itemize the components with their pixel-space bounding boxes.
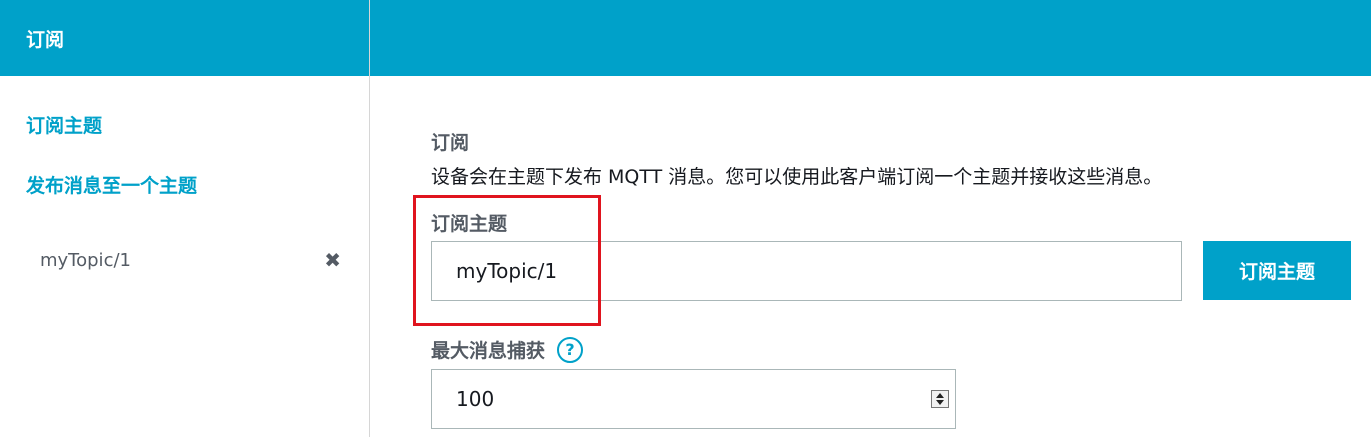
section-description: 设备会在主题下发布 MQTT 消息。您可以使用此客户端订阅一个主题并接收这些消息… <box>431 166 1163 188</box>
topic-field-label: 订阅主题 <box>431 209 507 236</box>
sidebar-title: 订阅 <box>0 0 369 76</box>
sidebar: 订阅 订阅主题 发布消息至一个主题 myTopic/1 ✖ <box>0 0 370 437</box>
main-content: 订阅 设备会在主题下发布 MQTT 消息。您可以使用此客户端订阅一个主题并接收这… <box>370 76 1371 437</box>
topic-input[interactable] <box>431 241 1182 301</box>
max-messages-value: 100 <box>456 387 495 411</box>
sidebar-link-subscribe-topic[interactable]: 订阅主题 <box>26 111 102 138</box>
subscribed-topic-label: myTopic/1 <box>40 249 131 271</box>
number-spinner[interactable] <box>931 390 949 408</box>
max-messages-input[interactable]: 100 <box>431 369 956 429</box>
subscribed-topic-item[interactable]: myTopic/1 ✖ <box>0 240 369 280</box>
close-icon[interactable]: ✖ <box>324 248 341 272</box>
help-icon[interactable]: ? <box>557 336 584 363</box>
max-messages-label-text: 最大消息捕获 <box>431 340 546 362</box>
spinner-down-icon[interactable] <box>936 400 944 405</box>
subscribe-topic-button[interactable]: 订阅主题 <box>1203 241 1351 300</box>
sidebar-link-publish-topic[interactable]: 发布消息至一个主题 <box>26 171 197 198</box>
spinner-up-icon[interactable] <box>936 393 944 398</box>
max-messages-label: 最大消息捕获 ? <box>431 336 584 363</box>
top-header-bar <box>370 0 1371 76</box>
topic-field-label-text: 订阅主题 <box>431 213 508 235</box>
section-title: 订阅 <box>431 132 470 154</box>
